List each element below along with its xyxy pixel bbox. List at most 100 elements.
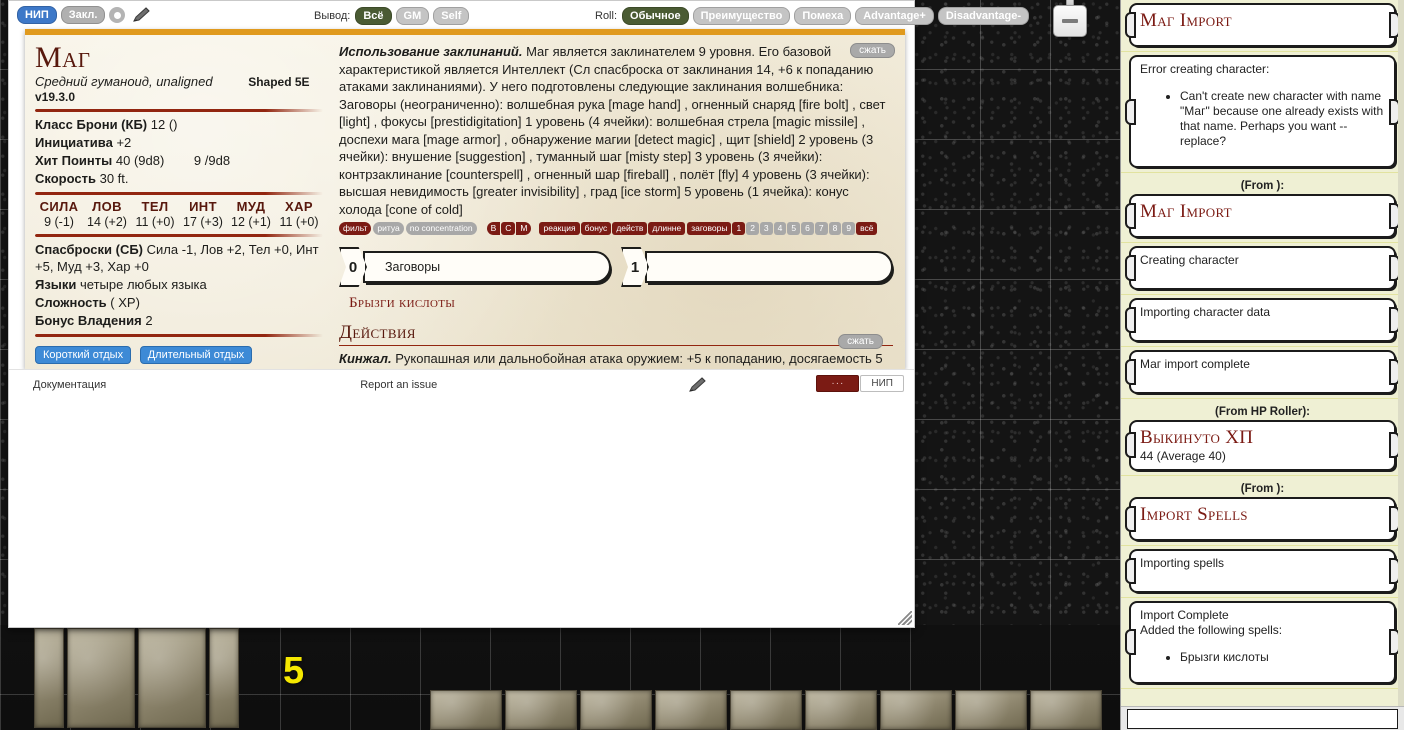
ability-values: 9 (-1) 14 (+2) 11 (+0) 17 (+3) 12 (+1) 1…: [35, 215, 323, 229]
actions-collapse-button[interactable]: сжать: [838, 334, 883, 349]
filter-button-action[interactable]: действ: [612, 222, 648, 235]
filter-button-level-9[interactable]: 9: [842, 222, 856, 235]
documentation-link[interactable]: Документация: [33, 379, 106, 391]
chat-message: Маг import complete: [1121, 347, 1404, 399]
ability-headers: СИЛА ЛОВ ТЕЛ ИНТ МУД ХАР: [35, 199, 323, 214]
filter-button-no-concentration[interactable]: no concentration: [405, 222, 477, 235]
divider: [35, 192, 323, 195]
chat-input[interactable]: [1127, 709, 1398, 729]
chat-scrollbar[interactable]: [1398, 0, 1404, 730]
spell-level-label: [645, 251, 893, 283]
filter-button-level-7[interactable]: 7: [814, 222, 828, 235]
chat-message-body: Маг import complete: [1140, 357, 1250, 371]
roll-option-advantage-plus[interactable]: Advantage+: [855, 7, 934, 25]
more-options-button[interactable]: ···: [816, 375, 860, 392]
filter-button-long[interactable]: длинне: [648, 222, 686, 235]
filter-button-ritual[interactable]: ритуа: [373, 222, 404, 235]
chat-message-sender: (From HP Roller):: [1215, 406, 1310, 418]
chat-message: (From ): Import Spells: [1121, 476, 1404, 546]
filter-button-reaction[interactable]: реакция: [539, 222, 580, 235]
spell-level-filter-group: заговоры 1 2 3 4 5 6 7 8 9 всё: [687, 222, 878, 235]
ability-value-wis[interactable]: 12 (+1): [227, 215, 275, 229]
roll-option-advantage[interactable]: Преимущество: [692, 7, 791, 25]
footer-links: Документация Report an issue: [9, 370, 914, 400]
chat-message-sender: (From ):: [1240, 482, 1285, 495]
short-rest-button[interactable]: Короткий отдых: [35, 346, 132, 364]
sheet-toolbar: НИП Закл. Вывод: Всё GM Self Roll: Обычн…: [9, 1, 1030, 29]
filter-button-filter[interactable]: фильт: [339, 222, 372, 235]
filter-button-level-5[interactable]: 5: [787, 222, 801, 235]
filter-button-level-4[interactable]: 4: [773, 222, 787, 235]
spellcasting-collapse-button[interactable]: сжать: [850, 43, 895, 58]
filter-button-bonus[interactable]: бонус: [580, 222, 612, 235]
filter-button-level-1[interactable]: 1: [732, 222, 746, 235]
spell-entry[interactable]: Брызги кислоты: [349, 295, 893, 312]
npc-toggle-button[interactable]: НИП: [860, 375, 904, 392]
ability-value-int[interactable]: 17 (+3): [179, 215, 227, 229]
ability-value-str[interactable]: 9 (-1): [35, 215, 83, 229]
chat-message-box: Importing character data: [1129, 298, 1396, 342]
roll-option-disadvantage[interactable]: Помеха: [794, 7, 852, 25]
component-filter-group: В С М: [486, 222, 532, 235]
chat-message-body: Error creating character:: [1140, 62, 1270, 76]
window-resize-handle[interactable]: [898, 611, 912, 625]
zoom-out-button[interactable]: [1053, 5, 1087, 37]
chat-message-bullet: Брызги кислоты: [1180, 650, 1385, 665]
character-sheet-window[interactable]: НИП Закл. Вывод: Всё GM Self Roll: Обычн…: [8, 0, 1030, 628]
filter-button-all[interactable]: всё: [856, 222, 878, 235]
pencil-icon[interactable]: [687, 376, 709, 394]
chat-message-body: Importing character data: [1140, 305, 1271, 319]
chat-message-title: Маг Import: [1140, 10, 1232, 31]
spell-level-banner-1[interactable]: 1: [621, 247, 893, 287]
spell-level-label: Заговоры: [363, 251, 611, 283]
filter-button-material[interactable]: М: [516, 222, 532, 235]
spell-level-banners: 0 Заговоры 1: [339, 247, 893, 287]
ability-name-wis: МУД: [236, 199, 266, 214]
roll-option-normal[interactable]: Обычное: [622, 7, 689, 25]
report-issue-link[interactable]: Report an issue: [360, 379, 437, 391]
minus-icon: [1062, 19, 1078, 23]
output-option-self[interactable]: Self: [433, 7, 470, 25]
armor-class-label: Класс Брони (КБ): [35, 117, 148, 132]
output-option-all[interactable]: Всё: [355, 7, 392, 25]
ability-value-cha[interactable]: 11 (+0): [275, 215, 323, 229]
output-option-gm[interactable]: GM: [395, 7, 430, 25]
languages-label: Языки: [35, 277, 77, 292]
spell-level-banner-0[interactable]: 0 Заговоры: [339, 247, 611, 287]
pencil-icon[interactable]: [131, 6, 153, 24]
npc-badge[interactable]: НИП: [17, 6, 57, 24]
filter-button-level-3[interactable]: 3: [759, 222, 773, 235]
saving-throws-row: Спасброски (СБ) Сила -1, Лов +2, Тел +0,…: [35, 241, 323, 275]
filter-button-level-2[interactable]: 2: [746, 222, 759, 235]
roll-option-disadvantage-minus[interactable]: Disadvantage-: [937, 7, 1030, 25]
spellcasting-title: Использование заклинаний.: [339, 44, 523, 59]
filter-button-cantrips[interactable]: заговоры: [687, 222, 732, 235]
output-label: Вывод:: [314, 10, 351, 22]
spells-badge[interactable]: Закл.: [60, 6, 106, 24]
long-rest-button[interactable]: Длительный отдых: [139, 346, 253, 364]
ability-name-dex: ЛОВ: [92, 199, 122, 214]
filter-button-somatic[interactable]: С: [501, 222, 516, 235]
chat-panel[interactable]: Маг Import Error creating character: Can't…: [1120, 0, 1404, 730]
challenge-label: Сложность: [35, 295, 107, 310]
creature-type: Средний гуманоид, unaligned: [35, 74, 213, 89]
ability-value-dex[interactable]: 14 (+2): [83, 215, 131, 229]
chat-message-title: Маг Import: [1140, 201, 1232, 222]
filter-button-level-6[interactable]: 6: [801, 222, 814, 235]
gear-icon[interactable]: [109, 7, 126, 23]
ability-name-int: ИНТ: [189, 199, 217, 214]
actions-heading: Действия: [339, 322, 893, 346]
hitpoints-current[interactable]: 9 /9d8: [194, 153, 230, 168]
chat-message: (From ): Маг Import: [1121, 173, 1404, 243]
divider: [35, 234, 323, 237]
speed-label: Скорость: [35, 171, 96, 186]
spell-filter-bar: фильт ритуа no concentration В С М реакц…: [339, 222, 893, 235]
hitpoints-row: Хит Поинты 40 (9d8) 9 /9d8: [35, 152, 323, 169]
ability-value-con[interactable]: 11 (+0): [131, 215, 179, 229]
chat-message-box: Error creating character: Can't create ne…: [1129, 55, 1396, 168]
filter-button-level-8[interactable]: 8: [828, 222, 842, 235]
saving-throws-label: Спасброски (СБ): [35, 242, 143, 257]
chat-message-box: Import Spells: [1129, 496, 1396, 541]
filter-button-verbal[interactable]: В: [486, 222, 501, 235]
challenge-row: Сложность ( XP): [35, 294, 323, 311]
